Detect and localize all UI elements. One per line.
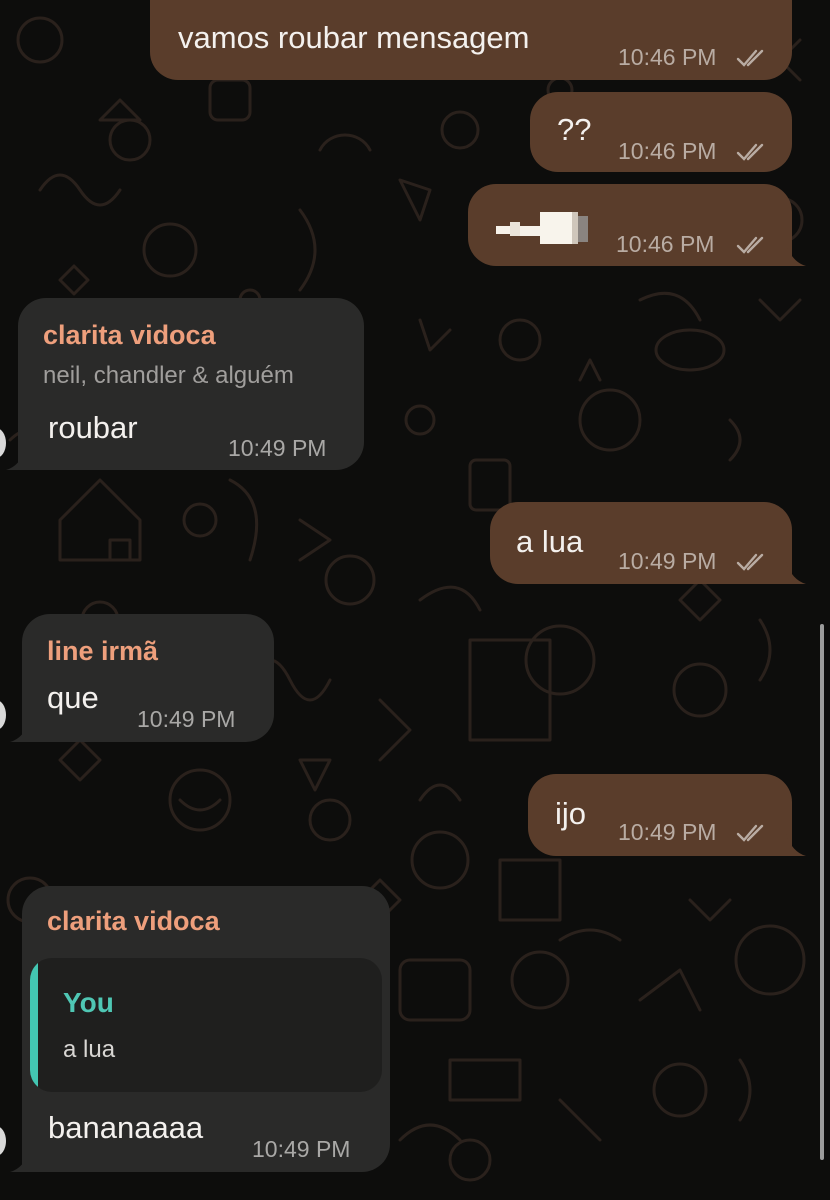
outgoing-message[interactable]: 10:46 PM <box>468 184 792 266</box>
redacted-content <box>496 212 588 244</box>
message-text: vamos roubar mensagem <box>178 20 530 55</box>
outgoing-message[interactable]: vamos roubar mensagem 10:46 PM <box>150 0 792 80</box>
quote-author: You <box>63 987 114 1018</box>
message-time: 10:46 PM <box>616 231 715 257</box>
double-check-icon <box>736 824 764 842</box>
incoming-message[interactable]: clarita vidoca neil, chandler & alguém r… <box>18 298 364 470</box>
double-check-icon <box>736 236 764 254</box>
message-time: 10:49 PM <box>618 548 717 574</box>
message-time: 10:49 PM <box>252 1136 351 1162</box>
message-time: 10:49 PM <box>137 706 236 732</box>
double-check-icon <box>736 49 764 67</box>
scrollbar[interactable] <box>820 624 824 1160</box>
bubble-tail <box>786 244 806 266</box>
sender-subtitle: neil, chandler & alguém <box>43 362 294 389</box>
bubble-tail <box>786 834 806 856</box>
double-check-icon <box>736 143 764 161</box>
outgoing-message[interactable]: a lua 10:49 PM <box>490 502 792 584</box>
outgoing-message[interactable]: ijo 10:49 PM <box>528 774 792 856</box>
quote-bar <box>30 958 38 1092</box>
incoming-message[interactable]: line irmã que 10:49 PM <box>22 614 274 742</box>
message-text: roubar <box>48 410 138 445</box>
sender-name[interactable]: clarita vidoca <box>47 906 220 936</box>
message-text: que <box>47 680 99 715</box>
quote-text: a lua <box>63 1036 116 1063</box>
quoted-message[interactable]: You a lua <box>30 958 382 1092</box>
message-time: 10:49 PM <box>228 435 327 461</box>
message-text: ijo <box>555 796 587 831</box>
message-text: ?? <box>557 112 592 147</box>
outgoing-message[interactable]: ?? 10:46 PM <box>530 92 792 172</box>
bubble-tail <box>786 562 806 584</box>
incoming-message[interactable]: clarita vidoca You a lua bananaaaa 10:49… <box>22 886 390 1172</box>
message-time: 10:46 PM <box>618 138 717 164</box>
message-time: 10:46 PM <box>618 44 717 70</box>
message-time: 10:49 PM <box>618 819 717 845</box>
bubble-tail <box>10 1150 30 1172</box>
bubble-tail <box>10 720 30 742</box>
message-text: bananaaaa <box>48 1110 204 1145</box>
sender-name[interactable]: clarita vidoca <box>43 320 216 350</box>
double-check-icon <box>736 553 764 571</box>
message-text: a lua <box>516 524 584 559</box>
sender-name[interactable]: line irmã <box>47 636 158 666</box>
